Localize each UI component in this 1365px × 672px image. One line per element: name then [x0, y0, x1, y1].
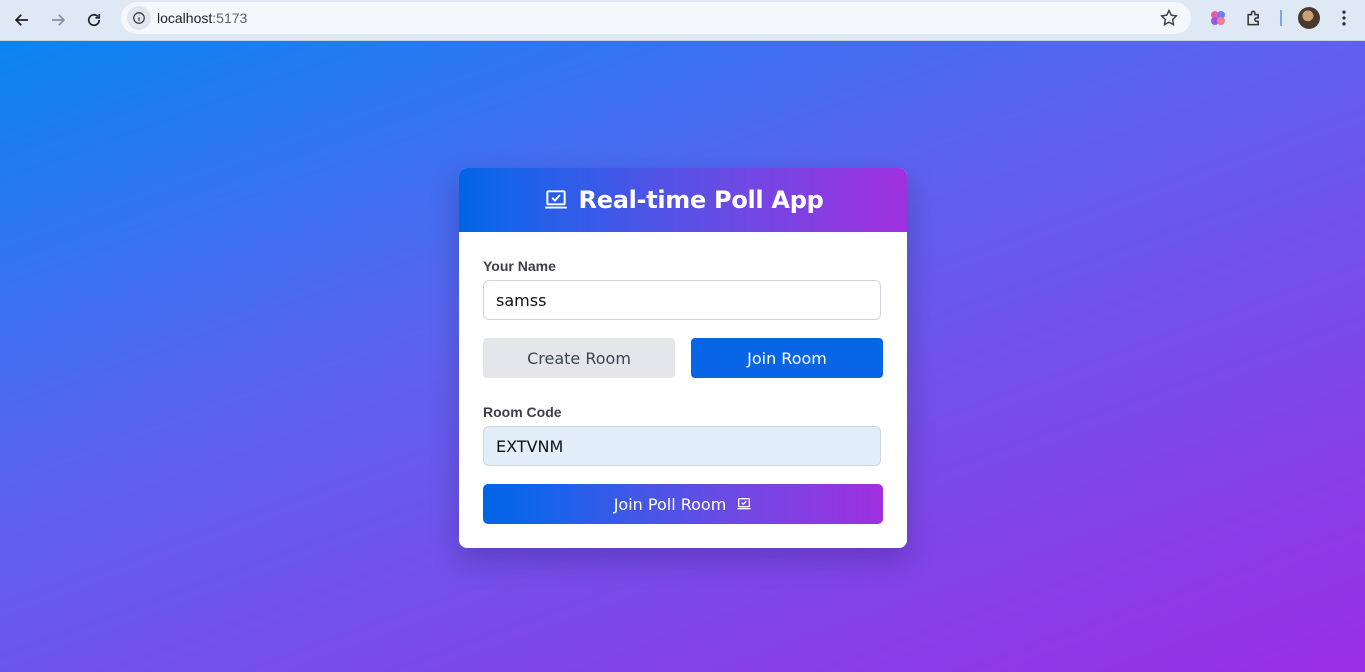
name-label: Your Name — [483, 258, 556, 274]
app-title: Real-time Poll App — [578, 186, 824, 214]
url-text: localhost:5173 — [157, 10, 247, 26]
join-room-button[interactable]: Join Room — [691, 338, 883, 378]
info-icon — [133, 12, 145, 24]
room-code-value: EXTVNM — [496, 436, 564, 456]
extensions-puzzle-icon[interactable] — [1244, 8, 1264, 28]
card-header: Real-time Poll App — [459, 168, 907, 232]
extension-colorful-icon[interactable] — [1208, 8, 1228, 28]
create-room-button[interactable]: Create Room — [483, 338, 675, 378]
page-background: Real-time Poll App Your Name samss Creat… — [0, 41, 1365, 672]
site-info-button[interactable] — [127, 6, 151, 30]
profile-avatar[interactable] — [1298, 7, 1320, 29]
laptop-check-icon — [544, 190, 567, 209]
join-poll-room-button[interactable]: Join Poll Room — [483, 484, 883, 524]
address-bar[interactable]: localhost:5173 — [121, 2, 1191, 34]
name-input-value: samss — [496, 290, 547, 310]
url-port: :5173 — [212, 10, 248, 26]
browser-toolbar: localhost:5173 — [0, 0, 1365, 41]
more-menu-icon[interactable] — [1334, 8, 1354, 28]
back-button[interactable] — [6, 4, 38, 36]
toolbar-separator — [1280, 10, 1282, 26]
laptop-check-icon — [737, 498, 751, 510]
room-code-input[interactable]: EXTVNM — [483, 426, 881, 466]
join-poll-room-label: Join Poll Room — [613, 494, 727, 514]
bookmark-star-icon[interactable] — [1159, 8, 1179, 28]
url-host: localhost — [157, 10, 213, 26]
forward-button[interactable] — [42, 4, 74, 36]
poll-card: Real-time Poll App Your Name samss Creat… — [459, 168, 907, 548]
room-code-label: Room Code — [483, 404, 562, 420]
reload-icon — [87, 13, 101, 27]
name-input[interactable]: samss — [483, 280, 881, 320]
arrow-right-icon — [52, 14, 66, 26]
reload-button[interactable] — [78, 4, 110, 36]
arrow-left-icon — [14, 14, 28, 26]
